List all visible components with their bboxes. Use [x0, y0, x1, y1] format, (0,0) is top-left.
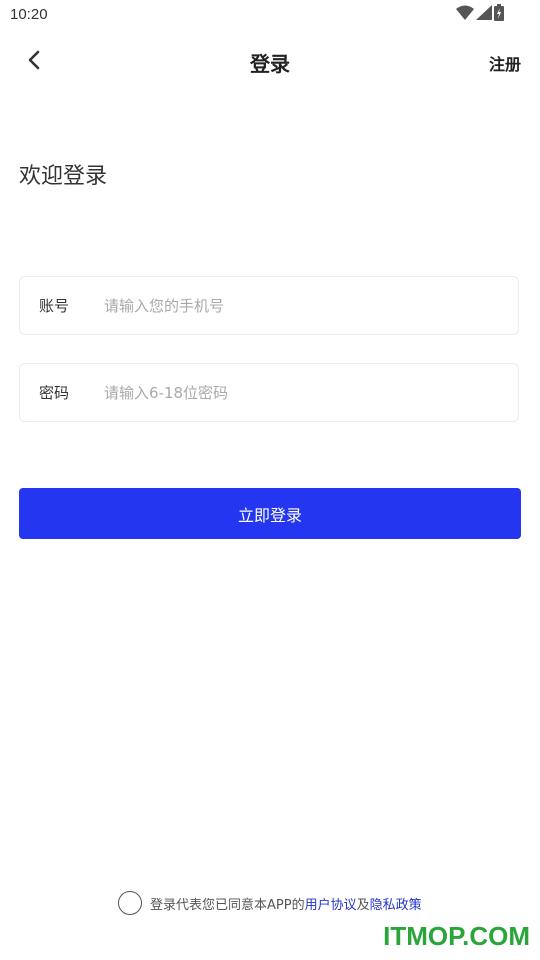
- password-label: 密码: [39, 384, 70, 402]
- wifi-icon: [456, 5, 474, 24]
- account-label: 账号: [39, 297, 70, 315]
- battery-icon: [494, 3, 504, 25]
- user-agreement-link[interactable]: 用户协议: [305, 894, 357, 913]
- login-button[interactable]: 立即登录: [19, 488, 521, 539]
- page-title: 登录: [250, 52, 290, 76]
- privacy-policy-link[interactable]: 隐私政策: [370, 894, 422, 913]
- agreement-conjunction: 及: [356, 897, 370, 913]
- header: 登录 注册: [0, 40, 540, 84]
- watermark: ITMOP.COM: [383, 921, 530, 951]
- status-time: 10:20: [10, 6, 48, 23]
- password-field: 密码: [19, 363, 519, 422]
- login-screen: 10:20 登录 注册 欢迎登录 账号 请输入您的手机号 密码 立即登录 登录代…: [0, 0, 540, 960]
- agreement-prefix: 登录代表您已同意本APP的: [150, 897, 305, 913]
- status-bar: 10:20: [0, 0, 540, 30]
- register-link[interactable]: 注册: [489, 51, 521, 75]
- agreement-row: 登录代表您已同意本APP的 用户协议 及 隐私政策: [118, 890, 422, 916]
- account-field: 账号: [19, 276, 519, 335]
- agree-checkbox[interactable]: [118, 891, 142, 915]
- welcome-heading: 欢迎登录: [19, 164, 108, 189]
- status-icons: [456, 3, 504, 25]
- signal-icon: [476, 4, 492, 24]
- password-input[interactable]: [102, 382, 486, 403]
- account-input[interactable]: [102, 295, 486, 316]
